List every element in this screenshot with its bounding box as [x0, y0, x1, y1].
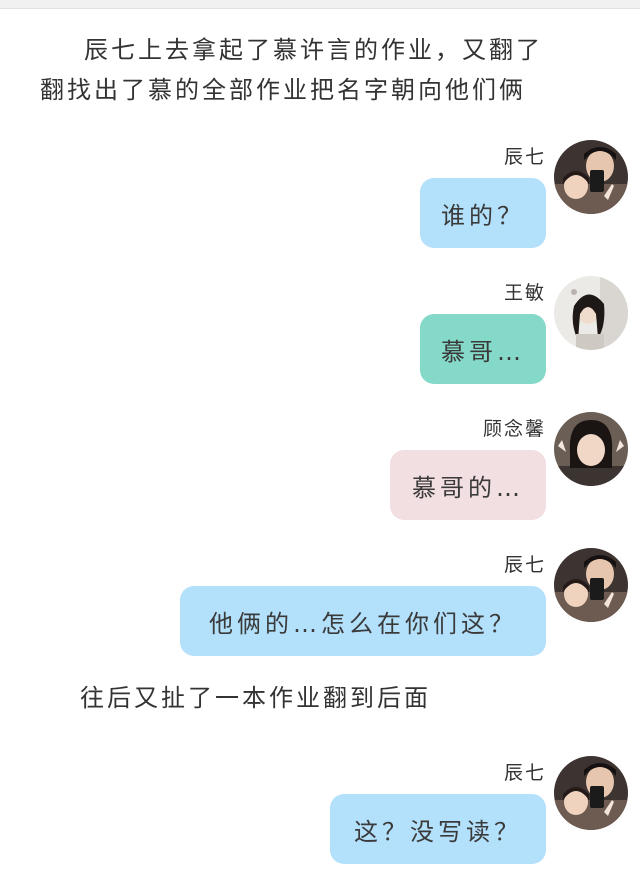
narration-line-3: 往后又扯了一本作业翻到后面: [80, 684, 431, 712]
narration-paragraph: 辰七上去拿起了慕许言的作业，又翻了 翻找出了慕的全部作业把名字朝向他们俩: [40, 30, 620, 110]
top-divider: [0, 0, 640, 9]
message-text: 慕哥的…: [412, 473, 524, 502]
chat-bubble[interactable]: 谁的？: [420, 178, 546, 248]
message-text: 他俩的…怎么在你们这？: [209, 609, 517, 638]
message-text: 慕哥…: [441, 337, 525, 366]
message-text: 这？没写读？: [354, 817, 522, 846]
sender-name: 王敏: [503, 282, 546, 304]
sender-name: 顾念馨: [482, 418, 546, 440]
couple-selfie-avatar-icon[interactable]: [554, 756, 628, 830]
chat-bubble[interactable]: 慕哥…: [420, 314, 546, 384]
narration-line-1: 辰七上去拿起了慕许言的作业，又翻了: [84, 36, 543, 64]
girl-bob-hair-avatar-icon[interactable]: [554, 412, 628, 486]
couple-selfie-avatar-icon[interactable]: [554, 548, 628, 622]
chat-bubble[interactable]: 这？没写读？: [330, 794, 546, 864]
narration-paragraph: 往后又扯了一本作业翻到后面: [80, 678, 600, 718]
girl-portrait-avatar-icon[interactable]: [554, 276, 628, 350]
sender-name: 辰七: [503, 762, 546, 784]
message-text: 谁的？: [441, 201, 525, 230]
sender-name: 辰七: [503, 554, 546, 576]
chat-bubble[interactable]: 他俩的…怎么在你们这？: [180, 586, 546, 656]
couple-selfie-avatar-icon[interactable]: [554, 140, 628, 214]
chat-bubble[interactable]: 慕哥的…: [390, 450, 546, 520]
sender-name: 辰七: [503, 146, 546, 168]
narration-line-2: 翻找出了慕的全部作业把名字朝向他们俩: [40, 76, 526, 104]
